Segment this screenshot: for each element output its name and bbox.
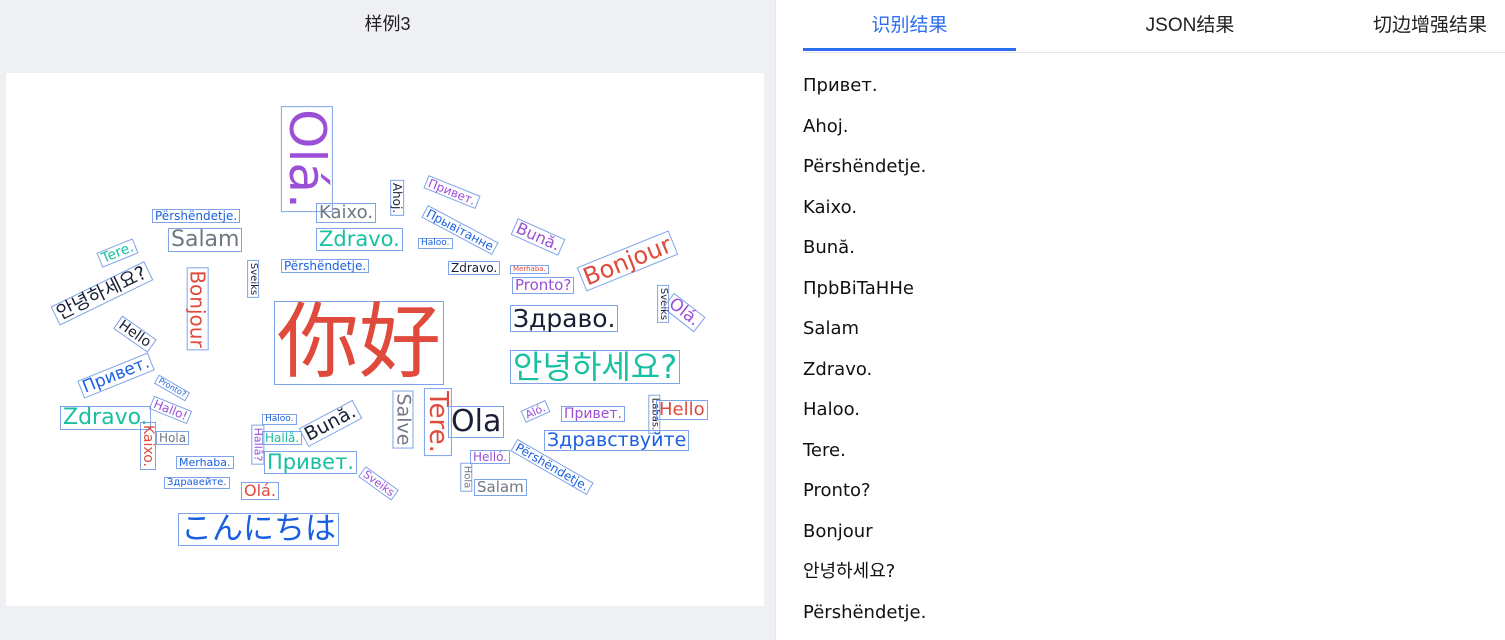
wordcloud-word: Zdravo.	[448, 261, 501, 275]
wordcloud-word: Hello	[113, 315, 157, 353]
wordcloud-word: Bună.	[298, 399, 363, 448]
wordcloud-word: Aló.	[520, 400, 551, 423]
wordcloud-word: Zdravo.	[316, 228, 403, 251]
wordcloud-word: Hola	[156, 431, 190, 445]
wordcloud-word: Merhaba.	[510, 265, 549, 274]
wordcloud-word: Ahoj.	[390, 179, 405, 217]
sample-title: 样例3	[364, 14, 411, 34]
result-line: Привет.	[803, 75, 878, 96]
wordcloud-word: Привет.	[264, 451, 357, 474]
wordcloud-word: Bonjour	[576, 230, 679, 292]
wordcloud-word: Helló.	[470, 450, 511, 464]
active-tab-indicator	[803, 48, 1016, 51]
wordcloud-word: Kaixo.	[140, 421, 157, 471]
result-line: ПpbBiTaHHe	[803, 277, 914, 299]
wordcloud-word: Salam	[474, 479, 527, 496]
result-line: Zdravo.	[803, 358, 873, 380]
wordcloud-word: Hallå?	[251, 424, 265, 465]
wordcloud-word: Здравствуйте	[544, 430, 690, 451]
wordcloud-word: Привет.	[77, 352, 156, 399]
tab-json-result[interactable]: JSON结果	[1085, 10, 1295, 40]
tab-recognition-result[interactable]: 识别结果	[803, 10, 1016, 40]
wordcloud-word: Salve	[392, 390, 414, 449]
sample-image[interactable]: 你好 Olá. Përshëndetje. Kaixo. Ahoj. Привет. Пры…	[6, 73, 764, 606]
wordcloud-word: Salam	[168, 228, 243, 252]
wordcloud-word: 안녕하세요?	[50, 261, 153, 326]
wordcloud-word: Здраво.	[510, 305, 619, 332]
wordcloud-word: Ola	[448, 406, 505, 438]
left-panel: 样例3 你好 Olá. Përshëndetje. Kaixo. Ahoj. Привет…	[0, 0, 775, 640]
wordcloud-word: Olá.	[241, 482, 279, 500]
app-window: 样例3 你好 Olá. Përshëndetje. Kaixo. Ahoj. Привет…	[0, 0, 1505, 640]
wordcloud-word: Haloo.	[418, 238, 453, 249]
result-line: Përshëndetje.	[803, 601, 927, 623]
wordcloud-word: Bonjour	[186, 267, 210, 351]
result-line: Pronto?	[803, 480, 871, 501]
right-panel: 识别结果 JSON结果 切边增强结果 Привет. Ahoj. Përshënde…	[776, 0, 1505, 640]
result-line: Bună.	[803, 237, 855, 258]
wordcloud-word: Zdravo.	[60, 406, 151, 430]
result-line: Tere.	[803, 439, 846, 461]
result-line: Haloo.	[803, 399, 860, 420]
wordcloud-word: Përshëndetje.	[152, 209, 241, 223]
tab-crop-enhance-result[interactable]: 切边增强结果	[1355, 10, 1505, 40]
wordcloud-word: Tere.	[96, 238, 139, 268]
wordcloud-word: Olá.	[278, 106, 336, 212]
result-line: Përshëndetje.	[803, 156, 927, 177]
result-list: Привет. Ahoj. Përshëndetje. Kaixo. Bună. ПpbB…	[803, 74, 1493, 640]
wordcloud-word: Привет.	[561, 406, 625, 422]
wordcloud-word: Përshëndetje.	[281, 259, 370, 273]
wordcloud-word: 你好	[274, 301, 445, 385]
wordcloud-word: Sveiks	[358, 466, 400, 501]
result-tabs: 识别结果 JSON结果 切边增强结果	[803, 0, 1505, 53]
result-line: Ahoj.	[803, 115, 849, 137]
wordcloud-word: Hallå.	[262, 431, 303, 445]
wordcloud-word: Haloo.	[262, 414, 297, 425]
wordcloud-word: Merhaba.	[176, 456, 234, 469]
wordcloud-word: Olá.	[662, 292, 706, 333]
result-line: Kaixo.	[803, 196, 858, 218]
wordcloud-word: 안녕하세요?	[510, 350, 681, 384]
wordcloud-word: Hola	[460, 462, 473, 492]
wordcloud-word: Bună.	[510, 218, 566, 256]
wordcloud-word: Привет.	[423, 175, 481, 209]
wordcloud-word: Pronto?	[512, 277, 575, 294]
result-line: Salam	[803, 318, 860, 339]
wordcloud-word: Hello	[656, 400, 708, 420]
wordcloud-word: Kaixo.	[316, 203, 377, 223]
result-line: Bonjour	[803, 520, 873, 542]
wordcloud-word: Sveiks	[247, 259, 260, 299]
result-line: 안녕하세요?	[803, 561, 896, 582]
wordcloud-word: こんにちは	[178, 513, 339, 546]
wordcloud-word: Здравейте.	[164, 477, 230, 489]
